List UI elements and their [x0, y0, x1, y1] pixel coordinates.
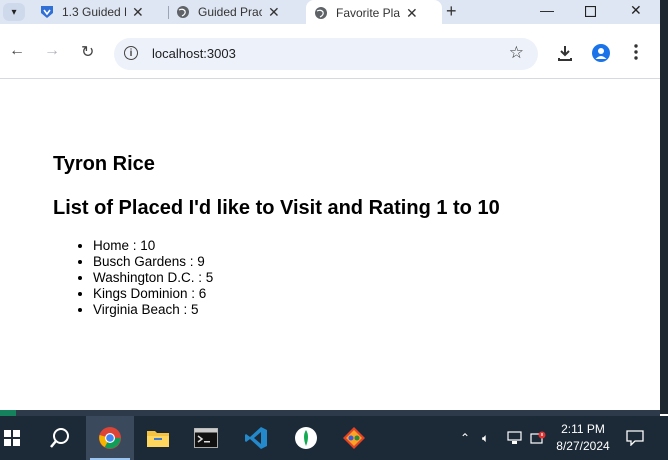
minimize-icon[interactable]: —	[540, 2, 554, 18]
volume-icon[interactable]: 🔈︎	[482, 416, 489, 460]
windows-start-icon[interactable]	[0, 416, 36, 460]
list-item: Home : 10	[93, 238, 213, 254]
close-window-icon[interactable]: ✕	[630, 2, 642, 19]
tab-title: Guided Prac	[198, 5, 262, 19]
file-explorer-icon[interactable]	[134, 416, 182, 460]
forward-arrow-icon[interactable]: →	[44, 42, 60, 60]
tab-title: Favorite Plac	[336, 6, 400, 20]
globe-icon	[314, 6, 328, 20]
mongodb-compass-icon[interactable]	[282, 416, 330, 460]
list-item: Virginia Beach : 5	[93, 302, 213, 318]
list-item: Busch Gardens : 9	[93, 254, 213, 270]
tab-favorite-places[interactable]: Favorite Plac ✕	[306, 0, 442, 26]
new-tab-icon[interactable]: +	[446, 1, 457, 22]
page-content: Tyron Rice List of Placed I'd like to Vi…	[0, 79, 660, 414]
terminal-icon[interactable]	[182, 416, 230, 460]
close-tab-icon[interactable]: ✕	[268, 4, 280, 21]
tab-separator	[168, 6, 169, 19]
battery-warning-icon[interactable]	[530, 416, 546, 460]
url-text[interactable]: localhost:3003	[152, 46, 236, 61]
clock-time: 2:11 PM	[561, 422, 605, 436]
author-name-heading: Tyron Rice	[53, 153, 155, 175]
back-arrow-icon[interactable]: ←	[9, 42, 25, 60]
system-clock[interactable]: 2:11 PM 8/27/2024	[548, 421, 618, 455]
clock-date: 8/27/2024	[556, 439, 610, 453]
site-info-icon[interactable]: i	[124, 46, 138, 60]
profile-avatar-icon[interactable]	[592, 44, 610, 67]
tab-guided-project[interactable]: 1.3 Guided P ✕	[40, 0, 144, 24]
list-item: Kings Dominion : 6	[93, 286, 213, 302]
shield-favicon-icon	[40, 5, 54, 19]
tab-search-button[interactable]: ▾	[3, 3, 25, 21]
browser-toolbar: ← → ↻ i localhost:3003 ☆	[0, 24, 660, 78]
network-icon[interactable]	[507, 416, 523, 460]
reload-icon[interactable]: ↻	[81, 42, 94, 62]
places-list: Home : 10 Busch Gardens : 9 Washington D…	[53, 238, 213, 318]
globe-icon	[176, 5, 190, 19]
list-item: Washington D.C. : 5	[93, 270, 213, 286]
search-icon[interactable]	[36, 416, 84, 460]
background-window-edge	[660, 0, 668, 414]
address-bar[interactable]: i localhost:3003 ☆	[114, 38, 538, 70]
tab-strip: ▾ 1.3 Guided P ✕ Guided Prac ✕ Favorite …	[0, 0, 660, 26]
notifications-icon[interactable]	[626, 416, 644, 460]
show-hidden-icons-chevron-icon[interactable]: ⌃	[460, 416, 470, 460]
chevron-down-icon: ▾	[11, 6, 17, 18]
bookmark-star-icon[interactable]: ☆	[509, 43, 524, 63]
maximize-icon[interactable]	[584, 4, 597, 20]
vscode-icon[interactable]	[232, 416, 280, 460]
download-icon[interactable]	[556, 44, 574, 67]
chrome-icon[interactable]	[86, 416, 134, 460]
list-heading: List of Placed I'd like to Visit and Rat…	[53, 197, 500, 219]
tab-guided-practice[interactable]: Guided Prac ✕	[176, 0, 280, 24]
menu-kebab-icon[interactable]	[634, 44, 638, 65]
close-tab-icon[interactable]: ✕	[132, 4, 144, 21]
windows-taskbar: ⌃ 🔈︎ 2:11 PM 8/27/2024	[0, 416, 668, 460]
tab-title: 1.3 Guided P	[62, 5, 126, 19]
git-gui-icon[interactable]	[330, 416, 378, 460]
close-tab-icon[interactable]: ✕	[406, 5, 418, 22]
